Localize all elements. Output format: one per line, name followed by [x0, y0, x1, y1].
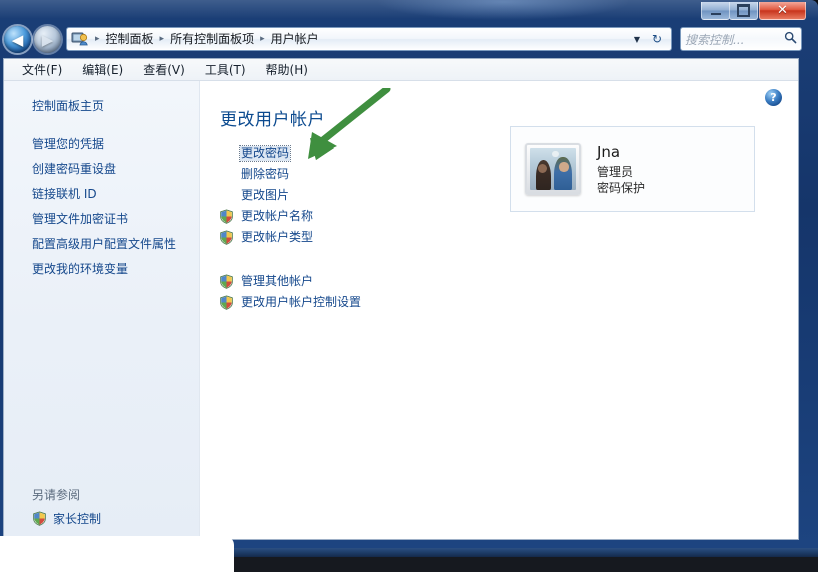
user-photo-avatar: [530, 148, 576, 190]
forward-arrow-icon: ▶: [41, 30, 54, 49]
address-dropdown-icon[interactable]: ▼: [629, 28, 645, 50]
photo-highlight: [552, 150, 559, 158]
see-also-section: 另请参阅 家长控制: [4, 483, 199, 539]
link-change-uac-settings[interactable]: 更改用户帐户控制设置: [219, 292, 362, 313]
see-also-title: 另请参阅: [32, 488, 81, 502]
aero-glass-sheen: [0, 0, 818, 22]
link-change-account-type[interactable]: 更改帐户类型: [219, 227, 314, 248]
search-box[interactable]: 搜索控制...: [680, 27, 802, 51]
search-input[interactable]: 搜索控制...: [685, 31, 784, 48]
taskbar-strip: [234, 548, 818, 557]
help-icon[interactable]: ?: [765, 89, 782, 106]
client-area: 文件(F) 编辑(E) 查看(V) 工具(T) 帮助(H) 控制面板主页 管理您…: [3, 58, 799, 540]
breadcrumb-all-items[interactable]: 所有控制面板项: [168, 31, 256, 47]
close-button[interactable]: ✕: [759, 2, 806, 20]
sidebar-item-parental-controls[interactable]: 家长控制: [4, 507, 199, 533]
menu-help[interactable]: 帮助(H): [256, 59, 318, 80]
user-password-status: 密码保护: [597, 180, 646, 195]
photo-face-right: [559, 162, 569, 172]
overlay-panel: [0, 536, 234, 572]
sidebar-item-parental-controls-label: 家长控制: [53, 512, 102, 526]
link-change-uac-settings-label: 更改用户帐户控制设置: [241, 295, 362, 309]
sidebar-task-links: 管理您的凭据 创建密码重设盘 链接联机 ID 管理文件加密证书 配置高级用户配置…: [4, 132, 199, 282]
menu-file[interactable]: 文件(F): [12, 59, 72, 80]
search-icon: [784, 31, 797, 48]
uac-shield-icon: [219, 274, 234, 289]
breadcrumb-separator-2: ▸: [260, 34, 265, 44]
link-remove-password[interactable]: 删除密码: [240, 164, 314, 185]
title-bar[interactable]: ✕: [0, 0, 818, 22]
breadcrumb-separator-1: ▸: [159, 34, 165, 44]
sidebar: 控制面板主页 管理您的凭据 创建密码重设盘 链接联机 ID 管理文件加密证书 配…: [4, 81, 200, 539]
link-manage-other-accounts[interactable]: 管理其他帐户: [219, 271, 362, 292]
minimize-button[interactable]: [701, 2, 730, 20]
explorer-window: ✕ ◀ ▶ ▸ 控制面板 ▸ 所有控制面板项 ▸ 用户帐户 ▼ ↻ 搜索控制..…: [0, 0, 818, 548]
address-bar[interactable]: ▸ 控制面板 ▸ 所有控制面板项 ▸ 用户帐户 ▼ ↻: [66, 27, 672, 51]
uac-shield-icon: [32, 511, 47, 526]
breadcrumb-user-accounts[interactable]: 用户帐户: [269, 31, 321, 47]
content-body: 控制面板主页 管理您的凭据 创建密码重设盘 链接联机 ID 管理文件加密证书 配…: [4, 81, 798, 539]
user-name: Jna: [597, 142, 621, 161]
sidebar-item-manage-credentials[interactable]: 管理您的凭据: [4, 132, 199, 157]
link-change-account-type-label: 更改帐户类型: [241, 230, 314, 244]
sidebar-item-environment-variables[interactable]: 更改我的环境变量: [4, 257, 199, 282]
menu-edit[interactable]: 编辑(E): [72, 59, 133, 80]
main-pane: ? 更改用户帐户 更改密码 删除密码 更改图片 更改帐户名称 更改帐户类型 管理…: [200, 81, 798, 539]
sidebar-item-control-panel-home[interactable]: 控制面板主页: [4, 93, 199, 118]
link-change-account-name-label: 更改帐户名称: [241, 209, 314, 223]
user-info: Jna 管理员 密码保护: [597, 143, 645, 196]
link-change-account-name[interactable]: 更改帐户名称: [219, 206, 314, 227]
breadcrumb-separator-0: ▸: [95, 34, 100, 44]
sidebar-item-link-online-id[interactable]: 链接联机 ID: [4, 182, 199, 207]
navigation-bar: ◀ ▶ ▸ 控制面板 ▸ 所有控制面板项 ▸ 用户帐户 ▼ ↻ 搜索控制...: [0, 24, 808, 56]
window-controls: ✕: [701, 2, 806, 21]
user-account-card[interactable]: Jna 管理员 密码保护: [510, 126, 755, 212]
forward-button[interactable]: ▶: [34, 26, 61, 53]
menu-bar: 文件(F) 编辑(E) 查看(V) 工具(T) 帮助(H): [4, 59, 798, 81]
sidebar-item-manage-encryption-certificates[interactable]: 管理文件加密证书: [4, 207, 199, 232]
primary-task-links: 更改密码 删除密码 更改图片 更改帐户名称 更改帐户类型: [220, 143, 314, 248]
uac-shield-icon: [219, 295, 234, 310]
menu-tools[interactable]: 工具(T): [195, 59, 256, 80]
sidebar-item-advanced-profile-properties[interactable]: 配置高级用户配置文件属性: [4, 232, 199, 257]
link-manage-other-accounts-label: 管理其他帐户: [241, 274, 314, 288]
link-change-password-label: 更改密码: [238, 145, 292, 162]
uac-shield-icon: [219, 209, 234, 224]
avatar[interactable]: [525, 143, 581, 195]
page-title: 更改用户帐户: [220, 110, 325, 130]
user-accounts-icon: [71, 31, 89, 47]
uac-shield-icon: [219, 230, 234, 245]
screenshot-root: ✕ ◀ ▶ ▸ 控制面板 ▸ 所有控制面板项 ▸ 用户帐户 ▼ ↻ 搜索控制..…: [0, 0, 818, 572]
sidebar-item-create-password-reset-disk[interactable]: 创建密码重设盘: [4, 157, 199, 182]
user-role: 管理员: [597, 164, 634, 179]
link-remove-password-label: 删除密码: [241, 167, 290, 181]
maximize-button[interactable]: [729, 2, 758, 20]
link-change-picture[interactable]: 更改图片: [240, 185, 314, 206]
breadcrumb-control-panel[interactable]: 控制面板: [104, 31, 156, 47]
refresh-icon[interactable]: ↻: [647, 28, 667, 50]
link-change-password[interactable]: 更改密码: [238, 143, 314, 164]
secondary-task-links: 管理其他帐户 更改用户帐户控制设置: [220, 271, 362, 313]
link-change-picture-label: 更改图片: [241, 188, 290, 202]
back-arrow-icon: ◀: [11, 30, 24, 49]
menu-view[interactable]: 查看(V): [133, 59, 195, 80]
back-button[interactable]: ◀: [4, 26, 31, 53]
